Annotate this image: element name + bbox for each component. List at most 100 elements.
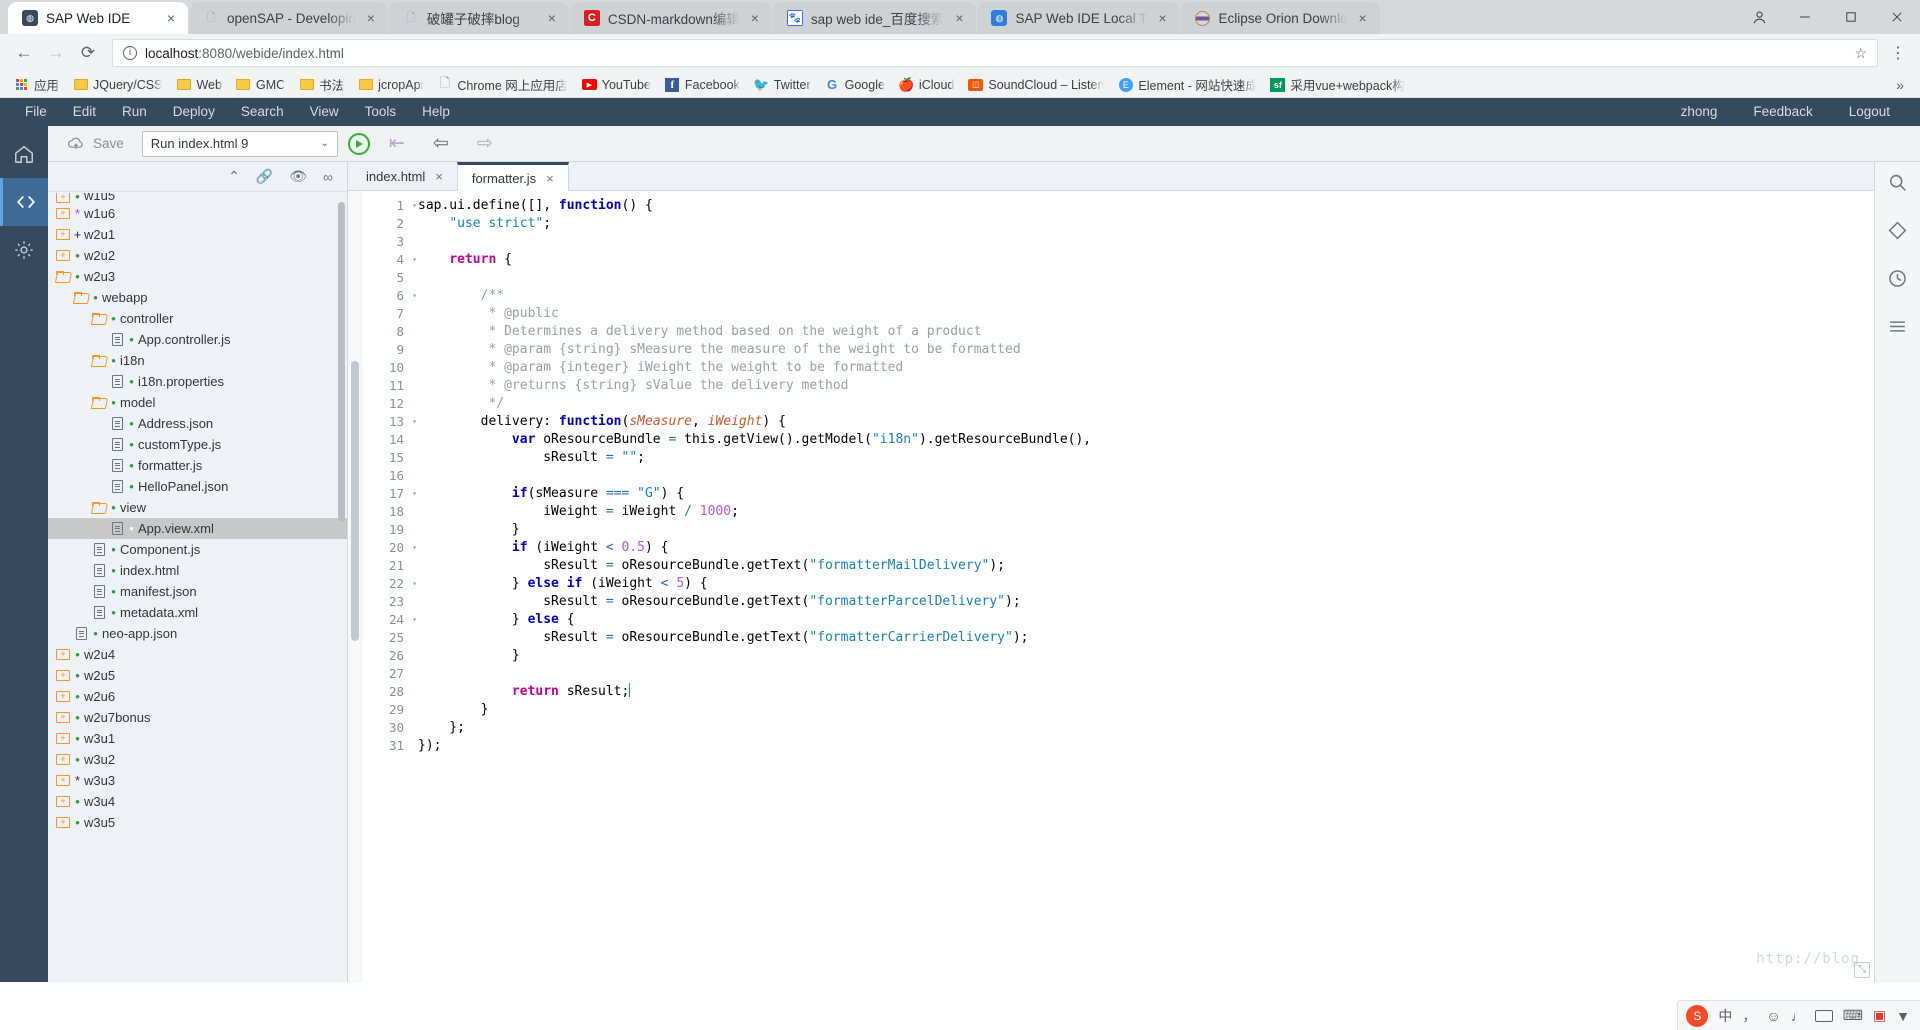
save-button[interactable]: Save	[58, 134, 132, 153]
ime-microphone-icon[interactable]: ♩	[1791, 1008, 1805, 1024]
tree-item-w2u7bonus[interactable]: + • w2u7bonus	[48, 707, 347, 728]
nav-back-icon[interactable]: ⇦	[424, 132, 458, 155]
tree-item-i18n-properties[interactable]: • i18n.properties	[48, 371, 347, 392]
user-name[interactable]: zhong	[1663, 98, 1736, 126]
rail-item-preferences[interactable]	[0, 226, 48, 274]
tree-item-w3u4[interactable]: + • w3u4	[48, 791, 347, 812]
back-icon[interactable]: ←	[10, 39, 38, 67]
menu-run[interactable]: Run	[109, 98, 160, 126]
tree-item-w3u3[interactable]: + * w3u3	[48, 770, 347, 791]
tree-item-address-json[interactable]: • Address.json	[48, 413, 347, 434]
bookmark-twitter[interactable]: 🐦 Twitter	[748, 75, 817, 94]
menu-edit[interactable]: Edit	[60, 98, 109, 126]
editor-tab-close-icon[interactable]: ×	[435, 169, 443, 184]
nav-back-step-icon[interactable]: ⇤	[380, 132, 414, 155]
bookmark-youtube[interactable]: ▶ YouTube	[576, 75, 657, 94]
browser-tab-baidu[interactable]: 🐾 sap web ide_百度搜索 ×	[772, 2, 977, 34]
window-maximize-button[interactable]	[1828, 0, 1874, 34]
tree-item-w2u3[interactable]: • w2u3	[48, 266, 347, 287]
tree-item-w2u5[interactable]: + • w2u5	[48, 665, 347, 686]
ime-mode-toggle[interactable]: 中	[1718, 1006, 1732, 1026]
rail-item-development[interactable]	[0, 178, 48, 226]
profile-avatar-icon[interactable]	[1736, 0, 1782, 34]
bookmark-soundcloud[interactable]: ◫ SoundCloud – Listen	[962, 75, 1110, 94]
ime-emoji-icon[interactable]: ☺	[1766, 1008, 1780, 1024]
bookmark-chrome-webstore[interactable]: 🗋 Chrome 网上应用店	[431, 73, 573, 96]
tab-close-icon[interactable]: ×	[1156, 11, 1170, 25]
tab-close-icon[interactable]: ×	[748, 11, 762, 25]
editor-left-scrollbar[interactable]	[348, 191, 362, 982]
tab-close-icon[interactable]: ×	[364, 11, 378, 25]
search-icon[interactable]	[1887, 172, 1908, 198]
browser-tab-blog[interactable]: 🗋 破罐子破摔blog ×	[388, 2, 569, 34]
file-tree-scrollbar[interactable]	[338, 202, 345, 522]
window-minimize-button[interactable]	[1782, 0, 1828, 34]
tree-item-formatter-js[interactable]: • formatter.js	[48, 455, 347, 476]
file-tree-scroll[interactable]: + • w1u5 + * w1u6 + + w2u1 + • w2u2 • w2u3 • webapp • con…	[48, 192, 347, 982]
tree-item-app-controller-js[interactable]: • App.controller.js	[48, 329, 347, 350]
bookmark-segmentfault[interactable]: sf 采用vue+webpack构	[1264, 73, 1410, 96]
bookmark-facebook[interactable]: f Facebook	[659, 75, 746, 94]
browser-tab-sap-ide-local[interactable]: ◍ SAP Web IDE Local T ×	[977, 2, 1180, 34]
logout-link[interactable]: Logout	[1831, 98, 1908, 126]
tree-item-view[interactable]: • view	[48, 497, 347, 518]
tree-item-w2u4[interactable]: + • w2u4	[48, 644, 347, 665]
editor-tab-close-icon[interactable]: ×	[546, 171, 554, 186]
tree-item-w1u5[interactable]: + • w1u5	[48, 193, 347, 203]
code-editor[interactable]: 1 ▾ 2 3 4 ▾ 5 6 ▾ 7 8 9 10 11 12 13 ▾ 14 15 16 17 ▾ 18 19 20 ▾ 21 2…	[348, 191, 1874, 982]
forward-icon[interactable]: →	[42, 39, 70, 67]
tree-item-i18n[interactable]: • i18n	[48, 350, 347, 371]
tab-close-icon[interactable]: ×	[1356, 11, 1370, 25]
clock-icon[interactable]	[1887, 268, 1908, 294]
browser-tab-eclipse-orion[interactable]: Eclipse Orion Downlo ×	[1180, 2, 1380, 34]
bookmark-element[interactable]: E Element - 网站快速成	[1112, 73, 1262, 96]
bookmark-shufa[interactable]: 书法	[293, 73, 350, 96]
code-content[interactable]: sap.ui.define([], function() { "use stri…	[408, 191, 1874, 982]
tree-item-w2u6[interactable]: + • w2u6	[48, 686, 347, 707]
bookmark-web[interactable]: Web	[170, 75, 227, 94]
keyboard-icon[interactable]	[1814, 1009, 1833, 1022]
feedback-link[interactable]: Feedback	[1735, 98, 1830, 126]
bookmark-gmc[interactable]: GMC	[230, 75, 291, 94]
tab-close-icon[interactable]: ×	[545, 11, 559, 25]
diamond-icon[interactable]	[1887, 220, 1908, 246]
tab-close-icon[interactable]: ×	[164, 11, 178, 25]
tree-item-model[interactable]: • model	[48, 392, 347, 413]
editor-resize-handle[interactable]: ⤡	[1854, 962, 1870, 978]
browser-tab-sap-web-ide[interactable]: ◍ SAP Web IDE ×	[8, 2, 188, 34]
browser-tab-opensap[interactable]: 🗋 openSAP - Developin ×	[189, 2, 388, 34]
tree-item-component-js[interactable]: • Component.js	[48, 539, 347, 560]
site-info-icon[interactable]: i	[123, 46, 137, 60]
tree-item-hellopanel-json[interactable]: • HelloPanel.json	[48, 476, 347, 497]
chevron-up-icon[interactable]: ⌃	[228, 168, 240, 185]
eye-slash-icon[interactable]: 👁	[289, 168, 307, 185]
bookmark-icloud[interactable]: 🍎 iCloud	[893, 75, 960, 94]
menu-help[interactable]: Help	[409, 98, 463, 126]
tree-item-w3u1[interactable]: + • w3u1	[48, 728, 347, 749]
ime-box-icon[interactable]: ▣	[1873, 1007, 1886, 1024]
ime-tools-icon[interactable]: ⌨	[1843, 1007, 1863, 1024]
tree-item-customtype-js[interactable]: • customType.js	[48, 434, 347, 455]
run-button[interactable]	[347, 132, 370, 155]
rail-item-home[interactable]	[0, 130, 48, 178]
editor-tab-index-html[interactable]: index.html ×	[352, 162, 457, 190]
tab-close-icon[interactable]: ×	[952, 11, 966, 25]
tree-item-w2u1[interactable]: + + w2u1	[48, 224, 347, 245]
menu-deploy[interactable]: Deploy	[160, 98, 228, 126]
binoculars-icon[interactable]: ∞	[323, 169, 333, 185]
nav-forward-icon[interactable]: ⇨	[468, 132, 502, 155]
tree-item-index-html[interactable]: • index.html	[48, 560, 347, 581]
tree-item-controller[interactable]: • controller	[48, 308, 347, 329]
editor-scroll-thumb[interactable]	[351, 361, 359, 641]
menu-tools[interactable]: Tools	[352, 98, 410, 126]
address-bar[interactable]: i localhost:8080/webide/index.html ☆	[112, 39, 1878, 67]
menu-view[interactable]: View	[297, 98, 352, 126]
ime-menu-icon[interactable]: ▼	[1896, 1008, 1910, 1024]
tree-item-w3u2[interactable]: + • w3u2	[48, 749, 347, 770]
bookmark-star-icon[interactable]: ☆	[1854, 45, 1867, 62]
browser-tab-csdn[interactable]: C CSDN-markdown编辑 ×	[569, 2, 772, 34]
bookmarks-overflow-icon[interactable]: »	[1888, 77, 1912, 93]
tree-item-w1u6[interactable]: + * w1u6	[48, 203, 347, 224]
bookmark-apps[interactable]: 应用	[8, 73, 65, 96]
browser-menu-icon[interactable]: ⋮	[1886, 43, 1910, 63]
